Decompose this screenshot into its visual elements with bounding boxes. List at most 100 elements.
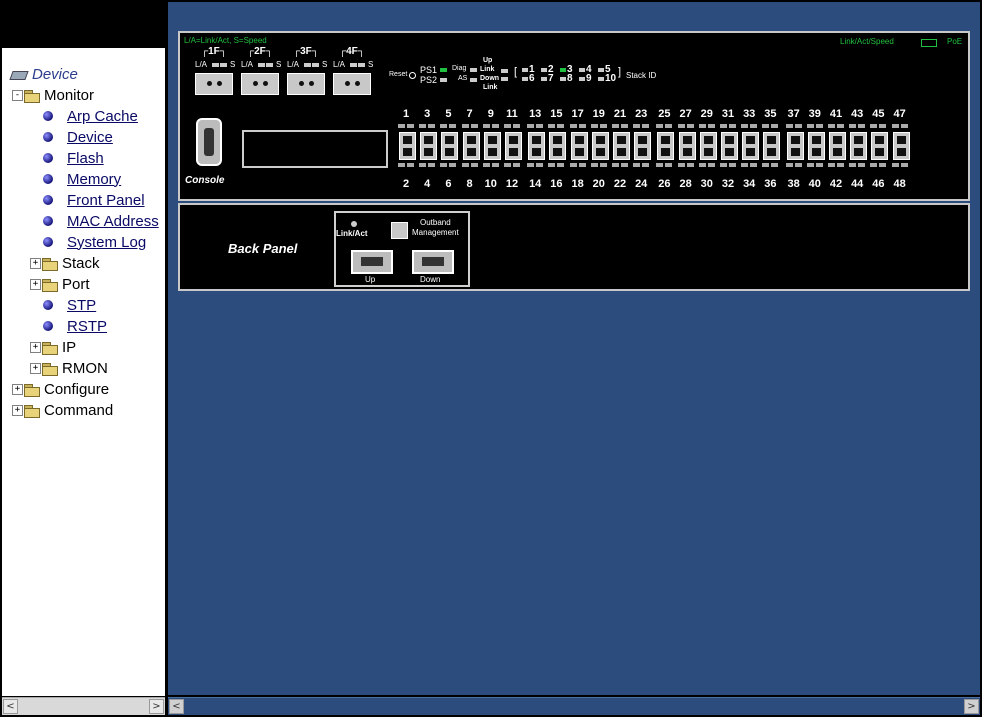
port-number-top: 7: [466, 108, 473, 120]
ethernet-port[interactable]: [829, 132, 846, 160]
scroll-left-icon[interactable]: <: [169, 699, 184, 714]
port-led: [815, 163, 823, 167]
expand-icon[interactable]: +: [30, 341, 41, 353]
expand-icon[interactable]: +: [30, 257, 41, 269]
ethernet-port[interactable]: [483, 132, 501, 160]
tree-folder[interactable]: + RMON: [30, 358, 108, 378]
scroll-left-icon[interactable]: <: [3, 699, 18, 714]
tree-item-link[interactable]: RSTP: [43, 316, 107, 336]
ethernet-port[interactable]: [742, 132, 760, 160]
up-word: Up: [483, 57, 493, 64]
tree-folder[interactable]: + Configure: [12, 379, 109, 399]
port-number-top: 19: [592, 108, 605, 120]
bullet-icon: [43, 300, 53, 310]
ethernet-port[interactable]: [657, 132, 675, 160]
collapse-icon[interactable]: -: [12, 89, 23, 101]
reset-button[interactable]: [409, 72, 416, 79]
stack-down-port[interactable]: [412, 250, 454, 274]
stack-led: [522, 77, 528, 81]
tree-folder[interactable]: + Port: [30, 274, 90, 294]
tree-node-monitor[interactable]: - Monitor: [12, 85, 94, 105]
ethernet-port[interactable]: [528, 132, 546, 160]
ethernet-port[interactable]: [462, 132, 480, 160]
tree-item-link[interactable]: STP: [43, 295, 96, 315]
uplink-module: Link/Act Outband Management Up Down: [334, 211, 470, 287]
ethernet-port[interactable]: [613, 132, 630, 160]
tree-folder[interactable]: + IP: [30, 337, 76, 357]
tree-item-link[interactable]: Memory: [43, 169, 121, 189]
ethernet-port[interactable]: [786, 132, 804, 160]
port-led: [900, 163, 908, 167]
tree-item-link[interactable]: Device: [43, 127, 113, 147]
stack-led: [560, 68, 566, 72]
ethernet-port[interactable]: [549, 132, 567, 160]
console-port[interactable]: [196, 118, 222, 166]
left-horizontal-scrollbar[interactable]: < >: [2, 697, 165, 715]
stack-up-port[interactable]: [351, 250, 393, 274]
ethernet-port[interactable]: [420, 132, 438, 160]
port-number-bottom: 40: [808, 178, 821, 190]
fiber-port[interactable]: [333, 73, 371, 95]
fiber-led: [358, 63, 365, 67]
expand-icon[interactable]: +: [30, 278, 41, 290]
bullet-icon: [43, 111, 53, 121]
fiber-port[interactable]: [287, 73, 325, 95]
tree-item-link[interactable]: MAC Address: [43, 211, 159, 231]
port-jack: [833, 148, 842, 156]
bracket-right: ]: [618, 66, 622, 78]
tree-item-link[interactable]: System Log: [43, 232, 146, 252]
stack-id-number: 7: [548, 73, 554, 84]
tree-root-device[interactable]: Device: [11, 64, 78, 84]
ethernet-port[interactable]: [850, 132, 868, 160]
expand-icon[interactable]: +: [12, 404, 23, 416]
down-label: Down: [420, 275, 441, 284]
down-link-label: Link: [483, 84, 498, 91]
expand-icon[interactable]: +: [30, 362, 41, 374]
tree-folder[interactable]: + Stack: [30, 253, 100, 273]
ethernet-port[interactable]: [441, 132, 459, 160]
ethernet-port[interactable]: [399, 132, 416, 160]
tree-item-label: Arp Cache: [67, 107, 138, 125]
ethernet-port[interactable]: [570, 132, 588, 160]
ethernet-port[interactable]: [721, 132, 738, 160]
scroll-right-icon[interactable]: >: [149, 699, 164, 714]
tree-folder[interactable]: + Command: [12, 400, 113, 420]
ethernet-port[interactable]: [699, 132, 717, 160]
tree-root-label: Device: [32, 65, 78, 83]
port-number-bottom: 24: [635, 178, 648, 190]
scroll-right-icon[interactable]: >: [964, 699, 979, 714]
fiber-port-title: ┌3F┐: [293, 46, 319, 57]
tree-item-link[interactable]: Arp Cache: [43, 106, 138, 126]
legend-right: Link/Act/Speed: [840, 37, 894, 46]
fiber-port[interactable]: [195, 73, 233, 95]
tree-item-label: MAC Address: [67, 212, 159, 230]
ethernet-port[interactable]: [763, 132, 781, 160]
port-led: [750, 124, 758, 128]
port-jack: [725, 148, 734, 156]
ps2-led: [440, 78, 447, 82]
ethernet-port[interactable]: [892, 132, 910, 160]
port-led: [578, 163, 586, 167]
port-number-top: 35: [764, 108, 777, 120]
tree-item-link[interactable]: Flash: [43, 148, 104, 168]
right-horizontal-scrollbar[interactable]: < >: [168, 697, 980, 715]
port-led: [698, 124, 706, 128]
expand-icon[interactable]: +: [12, 383, 23, 395]
port-number-bottom: 28: [679, 178, 692, 190]
ethernet-port[interactable]: [634, 132, 652, 160]
ethernet-port[interactable]: [807, 132, 825, 160]
outband-management-port[interactable]: [391, 222, 408, 239]
tree-item-link[interactable]: Front Panel: [43, 190, 145, 210]
port-led: [858, 124, 866, 128]
ethernet-port[interactable]: [871, 132, 889, 160]
ethernet-port[interactable]: [678, 132, 696, 160]
ethernet-port[interactable]: [591, 132, 609, 160]
tree-item-label: System Log: [67, 233, 147, 251]
up-link-led: [501, 69, 508, 73]
management-label: Management: [412, 228, 459, 237]
legend-poe: PoE: [947, 37, 963, 46]
bullet-icon: [43, 132, 53, 142]
fiber-port[interactable]: [241, 73, 279, 95]
as-led: [470, 78, 477, 82]
ethernet-port[interactable]: [505, 132, 522, 160]
